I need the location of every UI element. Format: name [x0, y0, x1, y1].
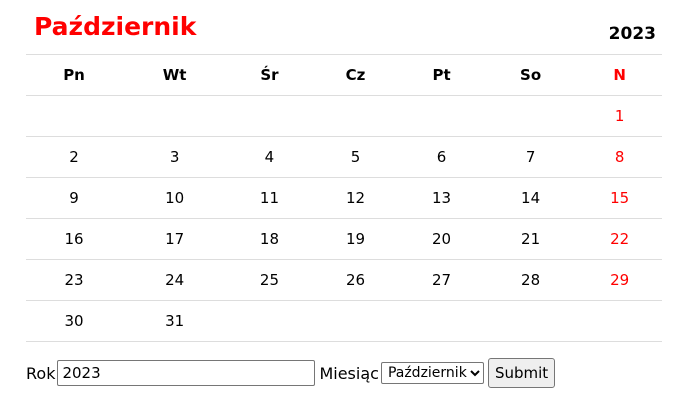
- day-cell: [483, 300, 578, 342]
- week-row: 2 3 4 5 6 7 8: [26, 136, 662, 178]
- day-cell: 26: [311, 259, 400, 301]
- weekday-tue: Wt: [122, 54, 228, 96]
- day-cell: [227, 300, 312, 342]
- weekday-sun: N: [577, 54, 662, 96]
- weekday-fri: Pt: [399, 54, 484, 96]
- day-cell: 14: [483, 177, 578, 219]
- day-cell: 19: [311, 218, 400, 260]
- day-cell: 27: [399, 259, 484, 301]
- month-title: Październik: [34, 12, 197, 41]
- day-cell: [311, 300, 400, 342]
- day-cell: 12: [311, 177, 400, 219]
- day-cell-sunday: [577, 300, 662, 342]
- day-cell: 31: [122, 300, 228, 342]
- year-title: 2023: [608, 24, 656, 44]
- day-cell: 30: [26, 300, 123, 342]
- day-cell-sunday: 1: [577, 95, 662, 137]
- week-row: 1: [26, 95, 662, 137]
- day-cell: 11: [227, 177, 312, 219]
- calendar-form: Rok Miesiąc Październik Submit: [26, 358, 556, 388]
- day-cell-sunday: 22: [577, 218, 662, 260]
- weekday-mon: Pn: [26, 54, 123, 96]
- day-cell: 20: [399, 218, 484, 260]
- year-label: Rok: [26, 363, 56, 383]
- day-cell: 28: [483, 259, 578, 301]
- day-cell: [122, 95, 228, 137]
- day-cell: [311, 95, 400, 137]
- day-cell: 6: [399, 136, 484, 178]
- day-cell: 4: [227, 136, 312, 178]
- day-cell: 2: [26, 136, 123, 178]
- day-cell: [26, 95, 123, 137]
- day-cell: 24: [122, 259, 228, 301]
- day-cell: 23: [26, 259, 123, 301]
- weekday-header-row: Pn Wt Śr Cz Pt So N: [26, 54, 662, 96]
- day-cell-sunday: 29: [577, 259, 662, 301]
- week-row: 30 31: [26, 300, 662, 342]
- day-cell: [399, 95, 484, 137]
- day-cell: 5: [311, 136, 400, 178]
- week-row: 23 24 25 26 27 28 29: [26, 259, 662, 301]
- submit-button[interactable]: Submit: [487, 358, 556, 388]
- day-cell: 25: [227, 259, 312, 301]
- day-cell: 21: [483, 218, 578, 260]
- day-cell: 13: [399, 177, 484, 219]
- day-cell: [399, 300, 484, 342]
- day-cell: [227, 95, 312, 137]
- day-cell-sunday: 15: [577, 177, 662, 219]
- day-cell: [483, 95, 578, 137]
- week-row: 9 10 11 12 13 14 15: [26, 177, 662, 219]
- day-cell: 16: [26, 218, 123, 260]
- day-cell: 3: [122, 136, 228, 178]
- weekday-thu: Cz: [311, 54, 400, 96]
- weekday-wed: Śr: [227, 54, 312, 96]
- week-row: 16 17 18 19 20 21 22: [26, 218, 662, 260]
- day-cell: 7: [483, 136, 578, 178]
- month-select[interactable]: Październik: [380, 362, 484, 384]
- calendar-table: Pn Wt Śr Cz Pt So N 1 2 3 4 5 6 7 8 9 10…: [26, 54, 662, 342]
- day-cell: 10: [122, 177, 228, 219]
- day-cell: 9: [26, 177, 123, 219]
- day-cell-sunday: 8: [577, 136, 662, 178]
- calendar-header: Październik 2023: [34, 8, 656, 48]
- day-cell: 18: [227, 218, 312, 260]
- year-input[interactable]: [57, 360, 316, 386]
- month-label: Miesiąc: [319, 363, 379, 383]
- weekday-sat: So: [483, 54, 578, 96]
- day-cell: 17: [122, 218, 228, 260]
